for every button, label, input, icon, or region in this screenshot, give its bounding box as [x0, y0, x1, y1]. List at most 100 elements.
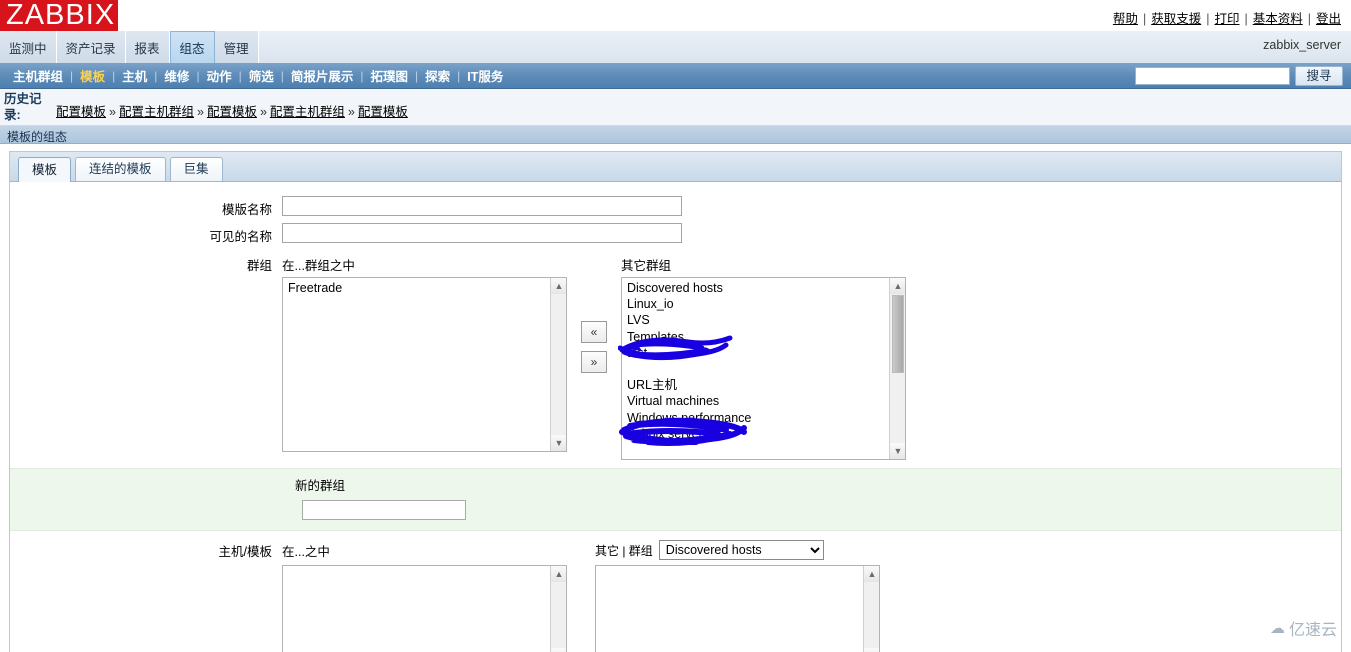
app-root: ZABBIX 帮助|获取支援|打印|基本资料|登出 监测中 资产记录 报表 组态… [0, 0, 1351, 652]
list-item-redacted[interactable] [627, 442, 905, 458]
watermark-text: 亿速云 [1289, 616, 1337, 640]
list-item[interactable]: test [627, 345, 905, 361]
submenu-item-maps[interactable]: 拓璞图 [363, 66, 415, 85]
transfer-buttons: « » [581, 255, 607, 377]
other-groups-scrollbar[interactable]: ▲ ▼ [889, 278, 905, 459]
zabbix-logo: ZABBIX [0, 0, 118, 31]
main-menu-items: 监测中 资产记录 报表 组态 管理 [0, 31, 1351, 63]
menu-filler [259, 31, 1351, 63]
in-groups-listbox[interactable]: Freetrade ▲ ▼ [282, 277, 567, 452]
other-hosts-scrollbar[interactable]: ▲ ▼ [863, 566, 879, 652]
other-groups-column: 其它群组 Discovered hosts Linux_io LVS Templ… [621, 255, 906, 460]
scroll-down-icon[interactable]: ▼ [890, 443, 906, 459]
menu-item-administration[interactable]: 管理 [215, 31, 259, 63]
link-separator: | [1140, 12, 1149, 26]
label-other-groups: 其它群组 [621, 255, 906, 271]
new-group-input[interactable] [302, 500, 466, 520]
other-hosts-column: 其它 | 群组 Discovered hosts ▲ ▼ [595, 541, 880, 652]
submenu-item-maintenance[interactable]: 维修 [157, 66, 196, 85]
scroll-up-icon[interactable]: ▲ [890, 278, 906, 294]
submenu-item-actions[interactable]: 动作 [200, 66, 239, 85]
submenu-item-templates[interactable]: 模板 [73, 66, 112, 85]
label-other-group: 其它 | 群组 [595, 542, 653, 559]
menu-item-configuration[interactable]: 组态 [170, 31, 215, 63]
list-item[interactable]: Linux_io [627, 296, 905, 312]
label-new-group: 新的群组 [295, 475, 1341, 494]
tab-template[interactable]: 模板 [18, 157, 71, 182]
in-hosts-scrollbar[interactable]: ▲ ▼ [550, 566, 566, 652]
list-item-redacted[interactable] [627, 361, 905, 377]
other-hosts-listbox[interactable]: ▲ ▼ [595, 565, 880, 652]
in-hosts-options [283, 566, 566, 568]
other-groups-listbox[interactable]: Discovered hosts Linux_io LVS Templates … [621, 277, 906, 460]
other-hosts-header: 其它 | 群组 Discovered hosts [595, 541, 880, 559]
list-item[interactable]: Templates [627, 329, 905, 345]
top-links: 帮助|获取支援|打印|基本资料|登出 [1111, 8, 1343, 27]
scrollbar-thumb[interactable] [892, 295, 904, 373]
submenu-item-host-groups[interactable]: 主机群组 [6, 66, 70, 85]
breadcrumb-separator: » [257, 105, 270, 119]
tab-strip: 模板 连结的模板 巨集 [10, 152, 1341, 182]
breadcrumb: 配置模板»配置主机群组»配置模板»配置主机群组»配置模板 [56, 89, 408, 120]
submenu-item-screens-filter[interactable]: 筛选 [242, 66, 281, 85]
field-row-visible-name: 可见的名称 [10, 223, 1341, 245]
field-row-groups: 群组 在...群组之中 Freetrade ▲ ▼ « [10, 255, 1341, 460]
scroll-down-icon[interactable]: ▼ [551, 435, 567, 451]
tab-linked-templates[interactable]: 连结的模板 [75, 157, 166, 181]
list-item[interactable]: LVS [627, 312, 905, 328]
template-config-panel: 模板 连结的模板 巨集 模版名称 可见的名称 群组 在...群组之中 [9, 151, 1342, 652]
history-row: 历史记录: 配置模板»配置主机群组»配置模板»配置主机群组»配置模板 [0, 89, 1351, 126]
menu-item-inventory[interactable]: 资产记录 [57, 31, 126, 63]
label-in-groups: 在...群组之中 [282, 255, 567, 271]
submenu-item-slideshows[interactable]: 简报片展示 [284, 66, 361, 85]
scroll-down-icon[interactable]: ▼ [864, 648, 880, 652]
breadcrumb-separator: » [345, 105, 358, 119]
search-button[interactable]: 搜寻 [1295, 66, 1343, 86]
tab-macros[interactable]: 巨集 [170, 157, 223, 181]
list-item[interactable]: Windows performance [627, 410, 905, 426]
in-groups-scrollbar[interactable]: ▲ ▼ [550, 278, 566, 451]
list-item[interactable]: Discovered hosts [627, 280, 905, 296]
link-help[interactable]: 帮助 [1111, 12, 1140, 26]
list-item[interactable]: Virtual machines [627, 393, 905, 409]
in-groups-options: Freetrade [283, 278, 566, 296]
menu-item-reports[interactable]: 报表 [126, 31, 170, 63]
submenu-item-hosts[interactable]: 主机 [115, 66, 154, 85]
move-left-button[interactable]: « [581, 321, 607, 343]
link-profile[interactable]: 基本资料 [1251, 12, 1305, 26]
template-name-input[interactable] [282, 196, 682, 216]
list-item[interactable]: Zabbix servers [627, 426, 905, 442]
other-groups-options: Discovered hosts Linux_io LVS Templates … [622, 278, 905, 458]
scroll-down-icon[interactable]: ▼ [551, 648, 567, 652]
server-name-label: zabbix_server [1263, 38, 1341, 52]
link-get-support[interactable]: 获取支援 [1149, 12, 1203, 26]
new-group-band: 新的群组 [10, 468, 1341, 531]
visible-name-input[interactable] [282, 223, 682, 243]
other-group-select[interactable]: Discovered hosts [659, 540, 824, 560]
label-in-hosts: 在...之中 [282, 541, 567, 559]
breadcrumb-item-5[interactable]: 配置模板 [358, 105, 408, 119]
breadcrumb-item-2[interactable]: 配置主机群组 [119, 105, 194, 119]
in-hosts-listbox[interactable]: ▲ ▼ [282, 565, 567, 652]
link-print[interactable]: 打印 [1212, 12, 1241, 26]
search-input[interactable] [1135, 67, 1290, 85]
list-item[interactable]: URL主机 [627, 377, 905, 393]
menu-item-monitoring[interactable]: 监测中 [0, 31, 57, 63]
link-separator: | [1241, 12, 1250, 26]
list-item[interactable]: Freetrade [288, 280, 566, 296]
label-template-name: 模版名称 [10, 196, 282, 218]
breadcrumb-item-3[interactable]: 配置模板 [207, 105, 257, 119]
scroll-up-icon[interactable]: ▲ [551, 278, 567, 294]
breadcrumb-item-4[interactable]: 配置主机群组 [270, 105, 345, 119]
submenu-item-it-services[interactable]: IT服务 [460, 66, 510, 85]
main-menu-bar: 监测中 资产记录 报表 组态 管理 zabbix_server [0, 31, 1351, 63]
breadcrumb-item-1[interactable]: 配置模板 [56, 105, 106, 119]
move-right-button[interactable]: » [581, 351, 607, 373]
sub-menu-bar: 主机群组| 模板| 主机| 维修| 动作| 筛选| 简报片展示| 拓璞图| 探索… [0, 63, 1351, 89]
search-area: 搜寻 [1135, 66, 1343, 86]
in-hosts-column: 在...之中 ▲ ▼ [282, 541, 567, 652]
submenu-item-discovery[interactable]: 探索 [418, 66, 457, 85]
link-logout[interactable]: 登出 [1314, 12, 1343, 26]
scroll-up-icon[interactable]: ▲ [551, 566, 567, 582]
scroll-up-icon[interactable]: ▲ [864, 566, 880, 582]
